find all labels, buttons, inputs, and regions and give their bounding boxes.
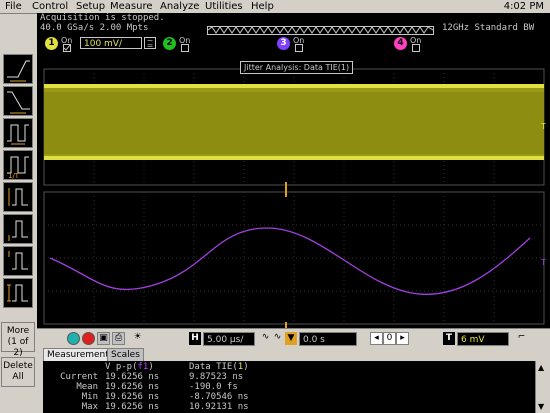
table-row: Mean 19.6256 ns -190.0 fs	[43, 382, 550, 392]
channel-bar: 1 On 100 mV/ ~ = 2 On 3 On 4 On	[37, 35, 550, 52]
table-row: Min 19.6256 ns -8.70546 ns	[43, 392, 550, 402]
trigger-level-field[interactable]: 6 mV	[457, 332, 509, 346]
clock: 4:02 PM	[503, 1, 544, 12]
lower-trigger-marker: T	[541, 258, 546, 267]
col-tie-header: Data TIE(	[189, 362, 238, 372]
delay-right-button[interactable]: ▸	[396, 332, 409, 345]
menu-control[interactable]: Control	[32, 0, 68, 13]
rise-time-icon[interactable]	[3, 54, 33, 84]
menu-utilities[interactable]: Utilities	[205, 0, 243, 13]
vpp-value: 19.6256 ns	[105, 402, 160, 412]
control-row: ▣ ⎙ ☀ H 5.00 µs/ ∿ ∿ ▼ 0.0 s ◂ 0 ▸ T 6 m…	[37, 328, 550, 349]
row-label: Max	[81, 402, 98, 412]
scroll-up-icon[interactable]: ▲	[538, 363, 544, 372]
col-vpp-end: )	[148, 362, 154, 372]
fall-time-icon[interactable]	[3, 86, 33, 116]
delay-field[interactable]: 0.0 s	[299, 332, 357, 346]
more-label: More	[6, 326, 30, 336]
col-vpp-source: f1	[137, 362, 149, 372]
upper-trigger-marker: T	[541, 122, 546, 131]
menu-file[interactable]: File	[5, 0, 22, 13]
sine-fine-icon[interactable]: ∿	[271, 332, 284, 345]
single-icon[interactable]: ▣	[97, 332, 110, 345]
channel-1-coupling-icon[interactable]: ~ =	[144, 37, 156, 50]
vmin-icon[interactable]	[3, 214, 33, 244]
delay-zero-button[interactable]: 0	[383, 332, 396, 345]
tie-value: 10.92131 ns	[189, 402, 249, 412]
function-label: Jitter Analysis: Data TIE(1)	[240, 61, 354, 74]
time-per-div-field[interactable]: 5.00 µs/	[203, 332, 255, 346]
memory-bar[interactable]	[207, 26, 434, 35]
col-vpp-header: V p-p(	[105, 362, 138, 372]
run-icon[interactable]	[67, 332, 80, 345]
vpp-value: 19.6256 ns	[105, 372, 160, 382]
acquisition-status: Acquisition is stopped.	[40, 13, 165, 23]
print-icon[interactable]: ⎙	[112, 332, 125, 345]
table-row: Max 19.6256 ns 10.92131 ns	[43, 402, 550, 412]
left-toolbar: 1/T More (1 of 2) Delete All	[0, 52, 37, 413]
tie-value: 9.87523 ns	[189, 372, 244, 382]
more-button[interactable]: More (1 of 2)	[1, 322, 35, 358]
vpp-icon[interactable]	[3, 182, 33, 212]
delay-left-button[interactable]: ◂	[370, 332, 383, 345]
delay-marker-icon: ▼	[285, 332, 297, 345]
bandwidth-label: 12GHz Standard BW	[442, 23, 535, 33]
tie-value: -190.0 fs	[189, 382, 238, 392]
row-label: Mean	[76, 382, 98, 392]
channel-4-badge[interactable]: 4	[394, 37, 407, 50]
trigger-slope-icon[interactable]: ⌐	[515, 332, 528, 345]
frequency-icon[interactable]: 1/T	[3, 150, 33, 180]
channel-3-checkbox[interactable]	[295, 44, 303, 52]
horizontal-label: H	[189, 332, 201, 345]
menu-setup[interactable]: Setup	[76, 0, 105, 13]
stop-icon[interactable]	[82, 332, 95, 345]
channel-4-checkbox[interactable]	[412, 44, 420, 52]
measurement-tabs: Measurements Scales	[37, 348, 550, 362]
sample-rate: 40.0 GSa/s 2.00 Mpts	[40, 23, 149, 33]
measurement-table: V p-p(f1) Data TIE(1) Current 19.6256 ns…	[43, 361, 550, 413]
col-tie-end: )	[243, 362, 249, 372]
delete-label: Delete	[3, 361, 33, 371]
delete-all-button[interactable]: Delete All	[1, 357, 35, 387]
svg-text:1/T: 1/T	[8, 172, 20, 179]
lower-graticule	[43, 191, 545, 325]
menu-measure[interactable]: Measure	[110, 0, 153, 13]
channel-3-badge[interactable]: 3	[277, 37, 290, 50]
row-label: Min	[81, 392, 98, 402]
vpp-value: 19.6256 ns	[105, 392, 160, 402]
vpp-value: 19.6256 ns	[105, 382, 160, 392]
channel-1-badge[interactable]: 1	[45, 37, 58, 50]
menu-help[interactable]: Help	[251, 0, 274, 13]
brightness-icon[interactable]: ☀	[131, 332, 144, 345]
tie-value: -8.70546 ns	[189, 392, 249, 402]
channel-2-checkbox[interactable]	[181, 44, 189, 52]
trigger-label: T	[443, 332, 455, 345]
waveform-display[interactable]: Jitter Analysis: Data TIE(1) T T	[37, 52, 550, 328]
scroll-down-icon[interactable]: ▼	[538, 402, 544, 411]
menu-bar: File Control Setup Measure Analyze Utili…	[0, 0, 550, 14]
measurement-scrollbar[interactable]: ▲ ▼	[535, 361, 550, 413]
menu-analyze[interactable]: Analyze	[160, 0, 199, 13]
channel-2-badge[interactable]: 2	[163, 37, 176, 50]
table-row: Current 19.6256 ns 9.87523 ns	[43, 372, 550, 382]
delete-sublabel: All	[12, 372, 24, 382]
measurement-header: V p-p(f1) Data TIE(1)	[43, 362, 550, 372]
vmax-icon[interactable]	[3, 246, 33, 276]
tab-scales[interactable]: Scales	[107, 348, 144, 362]
channel-1-checkbox[interactable]	[63, 44, 71, 52]
status-bar: Acquisition is stopped. 40.0 GSa/s 2.00 …	[37, 13, 550, 35]
more-sublabel: (1 of 2)	[7, 337, 29, 358]
vamplitude-icon[interactable]	[3, 278, 33, 308]
period-icon[interactable]	[3, 118, 33, 148]
channel-1-scale[interactable]: 100 mV/	[80, 37, 142, 49]
row-label: Current	[60, 372, 98, 382]
